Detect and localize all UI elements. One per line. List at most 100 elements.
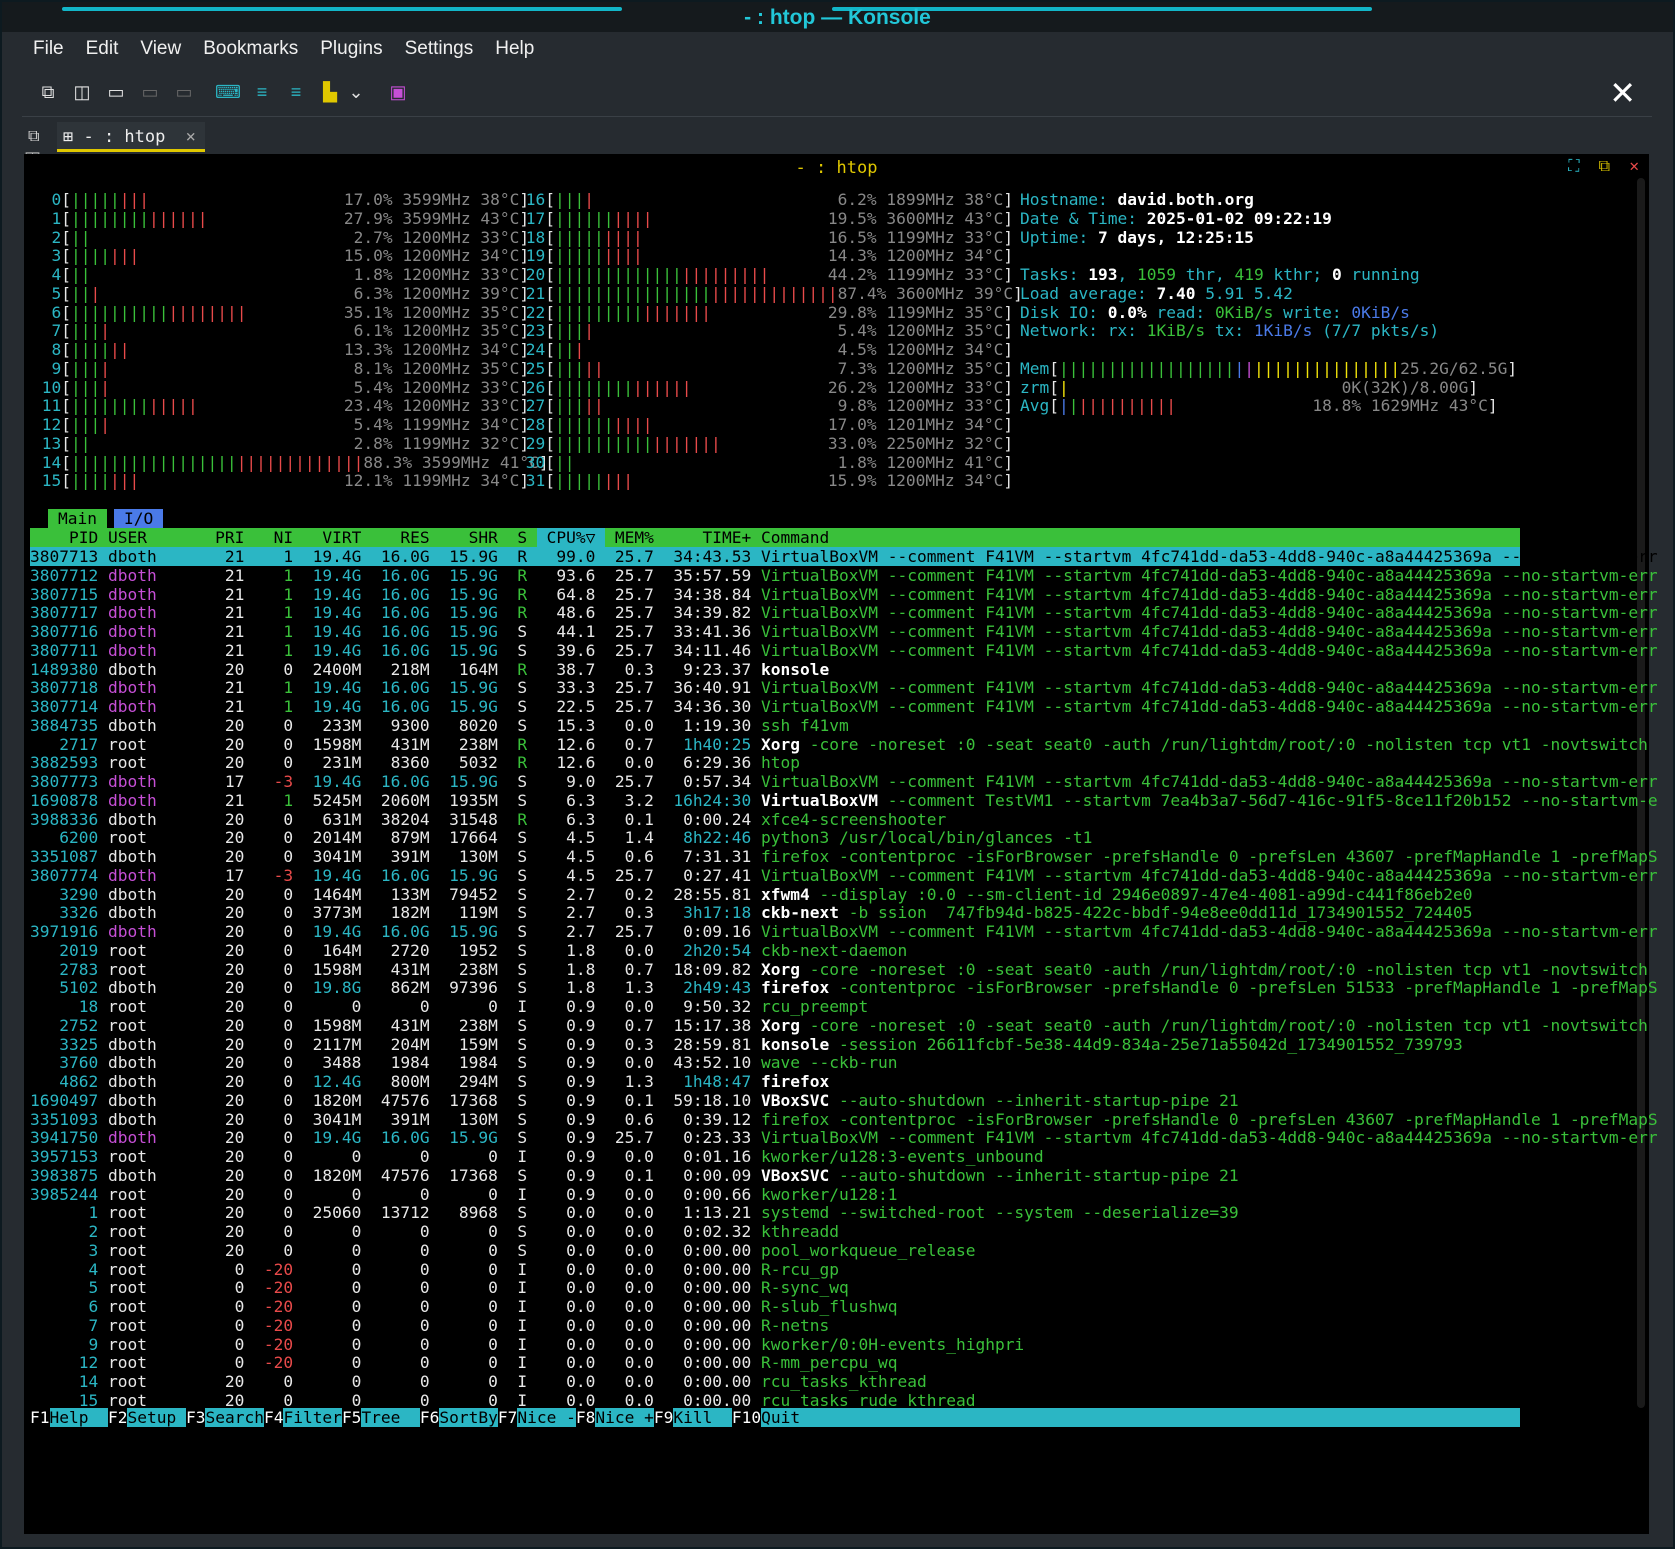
menu-file[interactable]: File [22, 34, 75, 64]
table-row[interactable]: 3807711 dboth 21 1 19.4G 16.0G 15.9G S 3… [30, 641, 1658, 660]
table-row[interactable]: 3807717 dboth 21 1 19.4G 16.0G 15.9G R 4… [30, 603, 1658, 622]
column-header-pid[interactable]: PID [30, 528, 108, 547]
table-row[interactable]: 3807716 dboth 21 1 19.4G 16.0G 15.9G S 4… [30, 622, 1658, 641]
split-view-icon[interactable]: ◫ [68, 78, 96, 106]
close-icon[interactable]: ✕ [1609, 74, 1636, 112]
table-row[interactable]: 15 root 20 0 0 0 0 I 0.0 0.0 0:00.00 rcu… [30, 1391, 976, 1410]
table-row[interactable]: 4862 dboth 20 0 12.4G 800M 294M S 0.9 1.… [30, 1072, 829, 1091]
column-header-pri[interactable]: PRI [205, 528, 254, 547]
menu-edit[interactable]: Edit [75, 34, 130, 64]
fkey-f9[interactable]: F9Kill [653, 1408, 732, 1427]
settings-sliders-icon[interactable]: ≡ [248, 78, 276, 106]
table-row[interactable]: 18 root 20 0 0 0 0 I 0.9 0.0 9:50.32 rcu… [30, 997, 869, 1016]
new-tab-icon[interactable]: ⧉ [34, 78, 62, 106]
table-row[interactable]: 3988336 dboth 20 0 631M 38204 31548 R 6.… [30, 810, 946, 829]
table-row[interactable]: 3985244 root 20 0 0 0 0 I 0.9 0.0 0:00.6… [30, 1185, 898, 1204]
plugin-icon[interactable]: ▣ [384, 78, 412, 106]
column-header-time[interactable]: TIME+ [664, 528, 761, 547]
fkey-f7[interactable]: F7Nice - [497, 1408, 576, 1427]
column-header-shr[interactable]: SHR [439, 528, 507, 547]
table-row[interactable]: 2 root 20 0 0 0 0 S 0.0 0.0 0:02.32 kthr… [30, 1222, 839, 1241]
table-row[interactable]: 3884735 dboth 20 0 233M 9300 8020 S 15.3… [30, 716, 849, 735]
menu-help[interactable]: Help [484, 34, 545, 64]
tab-htop[interactable]: ⊞ - : htop × [57, 122, 205, 152]
table-row[interactable]: 7 root 0 -20 0 0 0 I 0.0 0.0 0:00.00 R-n… [30, 1316, 829, 1335]
table-row[interactable]: 3971916 dboth 20 0 19.4G 16.0G 15.9G S 2… [30, 922, 1658, 941]
process-table-header[interactable]: PID USER PRI NI VIRT RES SHR S CPU%▽ MEM… [30, 528, 1520, 547]
settings-sliders-icon[interactable]: ≡ [282, 78, 310, 106]
table-row[interactable]: 1 root 20 0 25060 13712 8968 S 0.0 0.0 1… [30, 1203, 1238, 1222]
table-row[interactable]: 3326 dboth 20 0 3773M 182M 119M S 2.7 0.… [30, 903, 1472, 922]
table-row[interactable]: 3290 dboth 20 0 1464M 133M 79452 S 2.7 0… [30, 885, 1472, 904]
table-row[interactable]: 2783 root 20 0 1598M 431M 238M S 1.8 0.7… [30, 960, 1648, 979]
table-row[interactable]: 3807774 dboth 17 -3 19.4G 16.0G 15.9G S … [30, 866, 1658, 885]
tab-io[interactable]: I/O [114, 509, 164, 528]
table-row[interactable]: 2752 root 20 0 1598M 431M 238M S 0.9 0.7… [30, 1016, 1648, 1035]
menu-bookmarks[interactable]: Bookmarks [192, 34, 309, 64]
table-row[interactable]: 3760 dboth 20 0 3488 1984 1984 S 0.9 0.0… [30, 1053, 897, 1072]
column-header-virt[interactable]: VIRT [303, 528, 371, 547]
fkey-f6[interactable]: F6SortBy [419, 1408, 498, 1427]
table-row[interactable]: 6 root 0 -20 0 0 0 I 0.0 0.0 0:00.00 R-s… [30, 1297, 897, 1316]
fkey-f1[interactable]: F1Help [30, 1408, 108, 1427]
fkey-f4[interactable]: F4Filter [263, 1408, 342, 1427]
fkey-f3[interactable]: F3Search [185, 1408, 264, 1427]
tab-menu-icon[interactable]: ⧉ [28, 128, 39, 146]
menu-view[interactable]: View [129, 34, 192, 64]
table-row[interactable]: 14 root 20 0 0 0 0 I 0.0 0.0 0:00.00 rcu… [30, 1372, 927, 1391]
bracket: [ [545, 377, 555, 397]
fkey-f5[interactable]: F5Tree [341, 1408, 420, 1427]
detach-icon[interactable]: ⧉ [1599, 156, 1610, 175]
tab-main[interactable]: Main [48, 509, 107, 528]
table-row[interactable]: 5102 dboth 20 0 19.8G 862M 97396 S 1.8 1… [30, 978, 1657, 997]
column-header-user[interactable]: USER [108, 528, 205, 547]
table-row[interactable]: 9 root 0 -20 0 0 0 I 0.0 0.0 0:00.00 kwo… [30, 1335, 1024, 1354]
table-row[interactable]: 3807714 dboth 21 1 19.4G 16.0G 15.9G S 2… [30, 697, 1658, 716]
table-row[interactable]: 4 root 0 -20 0 0 0 I 0.0 0.0 0:00.00 R-r… [30, 1260, 839, 1279]
table-row[interactable]: 3941750 dboth 20 0 19.4G 16.0G 15.9G S 0… [30, 1128, 1658, 1147]
fkey-f8[interactable]: F8Nice + [575, 1408, 654, 1427]
table-row[interactable]: 3983875 dboth 20 0 1820M 47576 17368 S 0… [30, 1166, 1239, 1185]
column-header-res[interactable]: RES [371, 528, 439, 547]
column-header-cpu[interactable]: CPU%▽ [536, 528, 606, 547]
fkey-f2[interactable]: F2Setup [107, 1408, 186, 1427]
table-row[interactable]: 1690497 dboth 20 0 1820M 47576 17368 S 0… [30, 1091, 1239, 1110]
table-row[interactable]: 3807718 dboth 21 1 19.4G 16.0G 15.9G S 3… [30, 678, 1658, 697]
table-row[interactable]: 1690878 dboth 21 1 5245M 2060M 1935M S 6… [30, 791, 1658, 810]
maximize-icon[interactable]: ⛶ [1568, 156, 1579, 175]
menu-plugins[interactable]: Plugins [309, 34, 393, 64]
table-row[interactable]: 5 root 0 -20 0 0 0 I 0.0 0.0 0:00.00 R-s… [30, 1278, 848, 1297]
table-row[interactable]: 12 root 0 -20 0 0 0 I 0.0 0.0 0:00.00 R-… [30, 1353, 898, 1372]
fkey-f10[interactable]: F10Quit [731, 1408, 810, 1427]
table-row[interactable]: 3325 dboth 20 0 2117M 204M 159M S 0.9 0.… [30, 1035, 1463, 1054]
table-row[interactable]: 3807712 dboth 21 1 19.4G 16.0G 15.9G R 9… [30, 566, 1658, 585]
column-header-s[interactable]: S [508, 528, 537, 547]
paste-icon[interactable]: ▭ [170, 78, 198, 106]
table-row[interactable]: 3957153 root 20 0 0 0 0 I 0.9 0.0 0:01.1… [30, 1147, 1044, 1166]
table-row[interactable]: 3882593 root 20 0 231M 8360 5032 R 12.6 … [30, 753, 800, 772]
column-header-command[interactable]: Command [761, 528, 829, 547]
bookmark-icon[interactable]: ▙ [316, 78, 344, 106]
keyboard-icon[interactable]: ⌨ [214, 78, 242, 106]
table-row[interactable]: 3351093 dboth 20 0 3041M 391M 130M S 0.9… [30, 1110, 1658, 1129]
table-row[interactable]: 1489380 dboth 20 0 2400M 218M 164M R 38.… [30, 660, 829, 679]
open-icon[interactable]: ▭ [102, 78, 130, 106]
table-row[interactable]: 6200 root 20 0 2014M 879M 17664 S 4.5 1.… [30, 828, 1092, 847]
table-row[interactable]: 2717 root 20 0 1598M 431M 238M R 12.6 0.… [30, 735, 1648, 754]
close-pane-icon[interactable]: ✕ [1629, 156, 1639, 175]
title-bar[interactable]: - : htop — Konsole [2, 2, 1673, 32]
table-row[interactable]: 2019 root 20 0 164M 2720 1952 S 1.8 0.0 … [30, 941, 907, 960]
cpu-temp: 35°C [480, 302, 520, 322]
copy-icon[interactable]: ▭ [136, 78, 164, 106]
table-row[interactable]: 3807773 dboth 17 -3 19.4G 16.0G 15.9G S … [30, 772, 1658, 791]
table-row[interactable]: 3 root 20 0 0 0 0 S 0.0 0.0 0:00.00 pool… [30, 1241, 975, 1260]
chevron-down-icon[interactable]: ⌄ [342, 78, 370, 106]
column-header-mem[interactable]: MEM% [605, 528, 663, 547]
tab-close-icon[interactable]: × [186, 127, 196, 147]
terminal-pane[interactable]: - : htop ⛶ ⧉ ✕ Main I/O PID USER PRI NI … [24, 154, 1658, 1534]
menu-settings[interactable]: Settings [394, 34, 485, 64]
table-row[interactable]: 3807715 dboth 21 1 19.4G 16.0G 15.9G R 6… [30, 585, 1658, 604]
table-row[interactable]: 3807713 dboth 21 1 19.4G 16.0G 15.9G R 9… [30, 547, 1658, 566]
column-header-ni[interactable]: NI [254, 528, 303, 547]
table-row[interactable]: 3351087 dboth 20 0 3041M 391M 130M S 4.5… [30, 847, 1658, 866]
